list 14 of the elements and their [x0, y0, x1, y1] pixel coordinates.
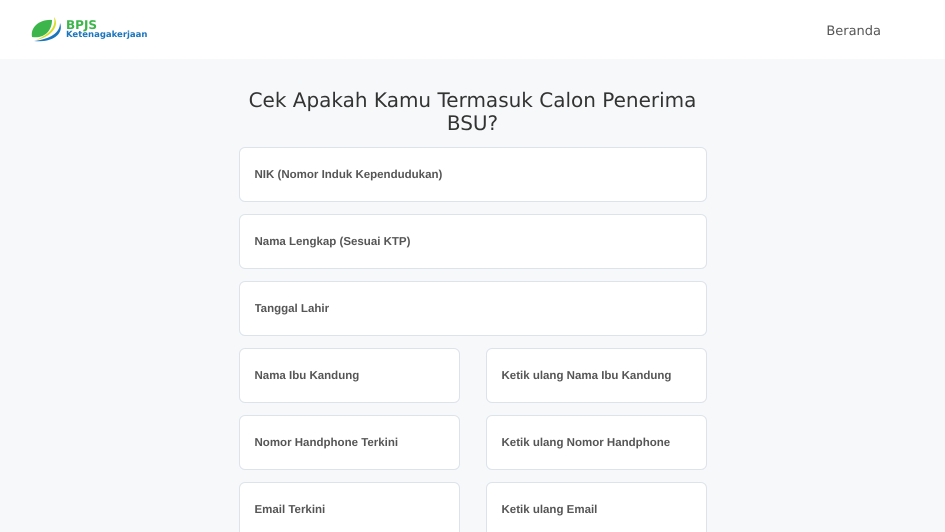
input-field[interactable]: Nama Lengkap (Sesuai KTP) [238, 214, 706, 269]
input-field[interactable]: Nama Ibu Kandung [238, 348, 460, 403]
nav-link[interactable]: Beranda [826, 24, 881, 39]
input-field[interactable]: Email Terkini [238, 482, 460, 532]
form-title: Cek Apakah Kamu Termasuk Calon Penerima BSU? [248, 89, 698, 135]
logo-icon [30, 16, 64, 42]
input-field[interactable]: Ketik ulang Email [486, 482, 706, 532]
input-field[interactable]: Ketik ulang Nama Ibu Kandung [486, 348, 706, 403]
input-field[interactable]: Ketik ulang Nomor Handphone [486, 415, 706, 470]
logo-subtitle: Ketenagakerjaan [66, 31, 148, 40]
input-field[interactable]: NIK (Nomor Induk Kependudukan) [238, 147, 706, 202]
input-field[interactable]: Tanggal Lahir [238, 281, 706, 336]
input-field[interactable]: Nomor Handphone Terkini [238, 415, 460, 470]
logo-title: BPJS [66, 19, 98, 32]
